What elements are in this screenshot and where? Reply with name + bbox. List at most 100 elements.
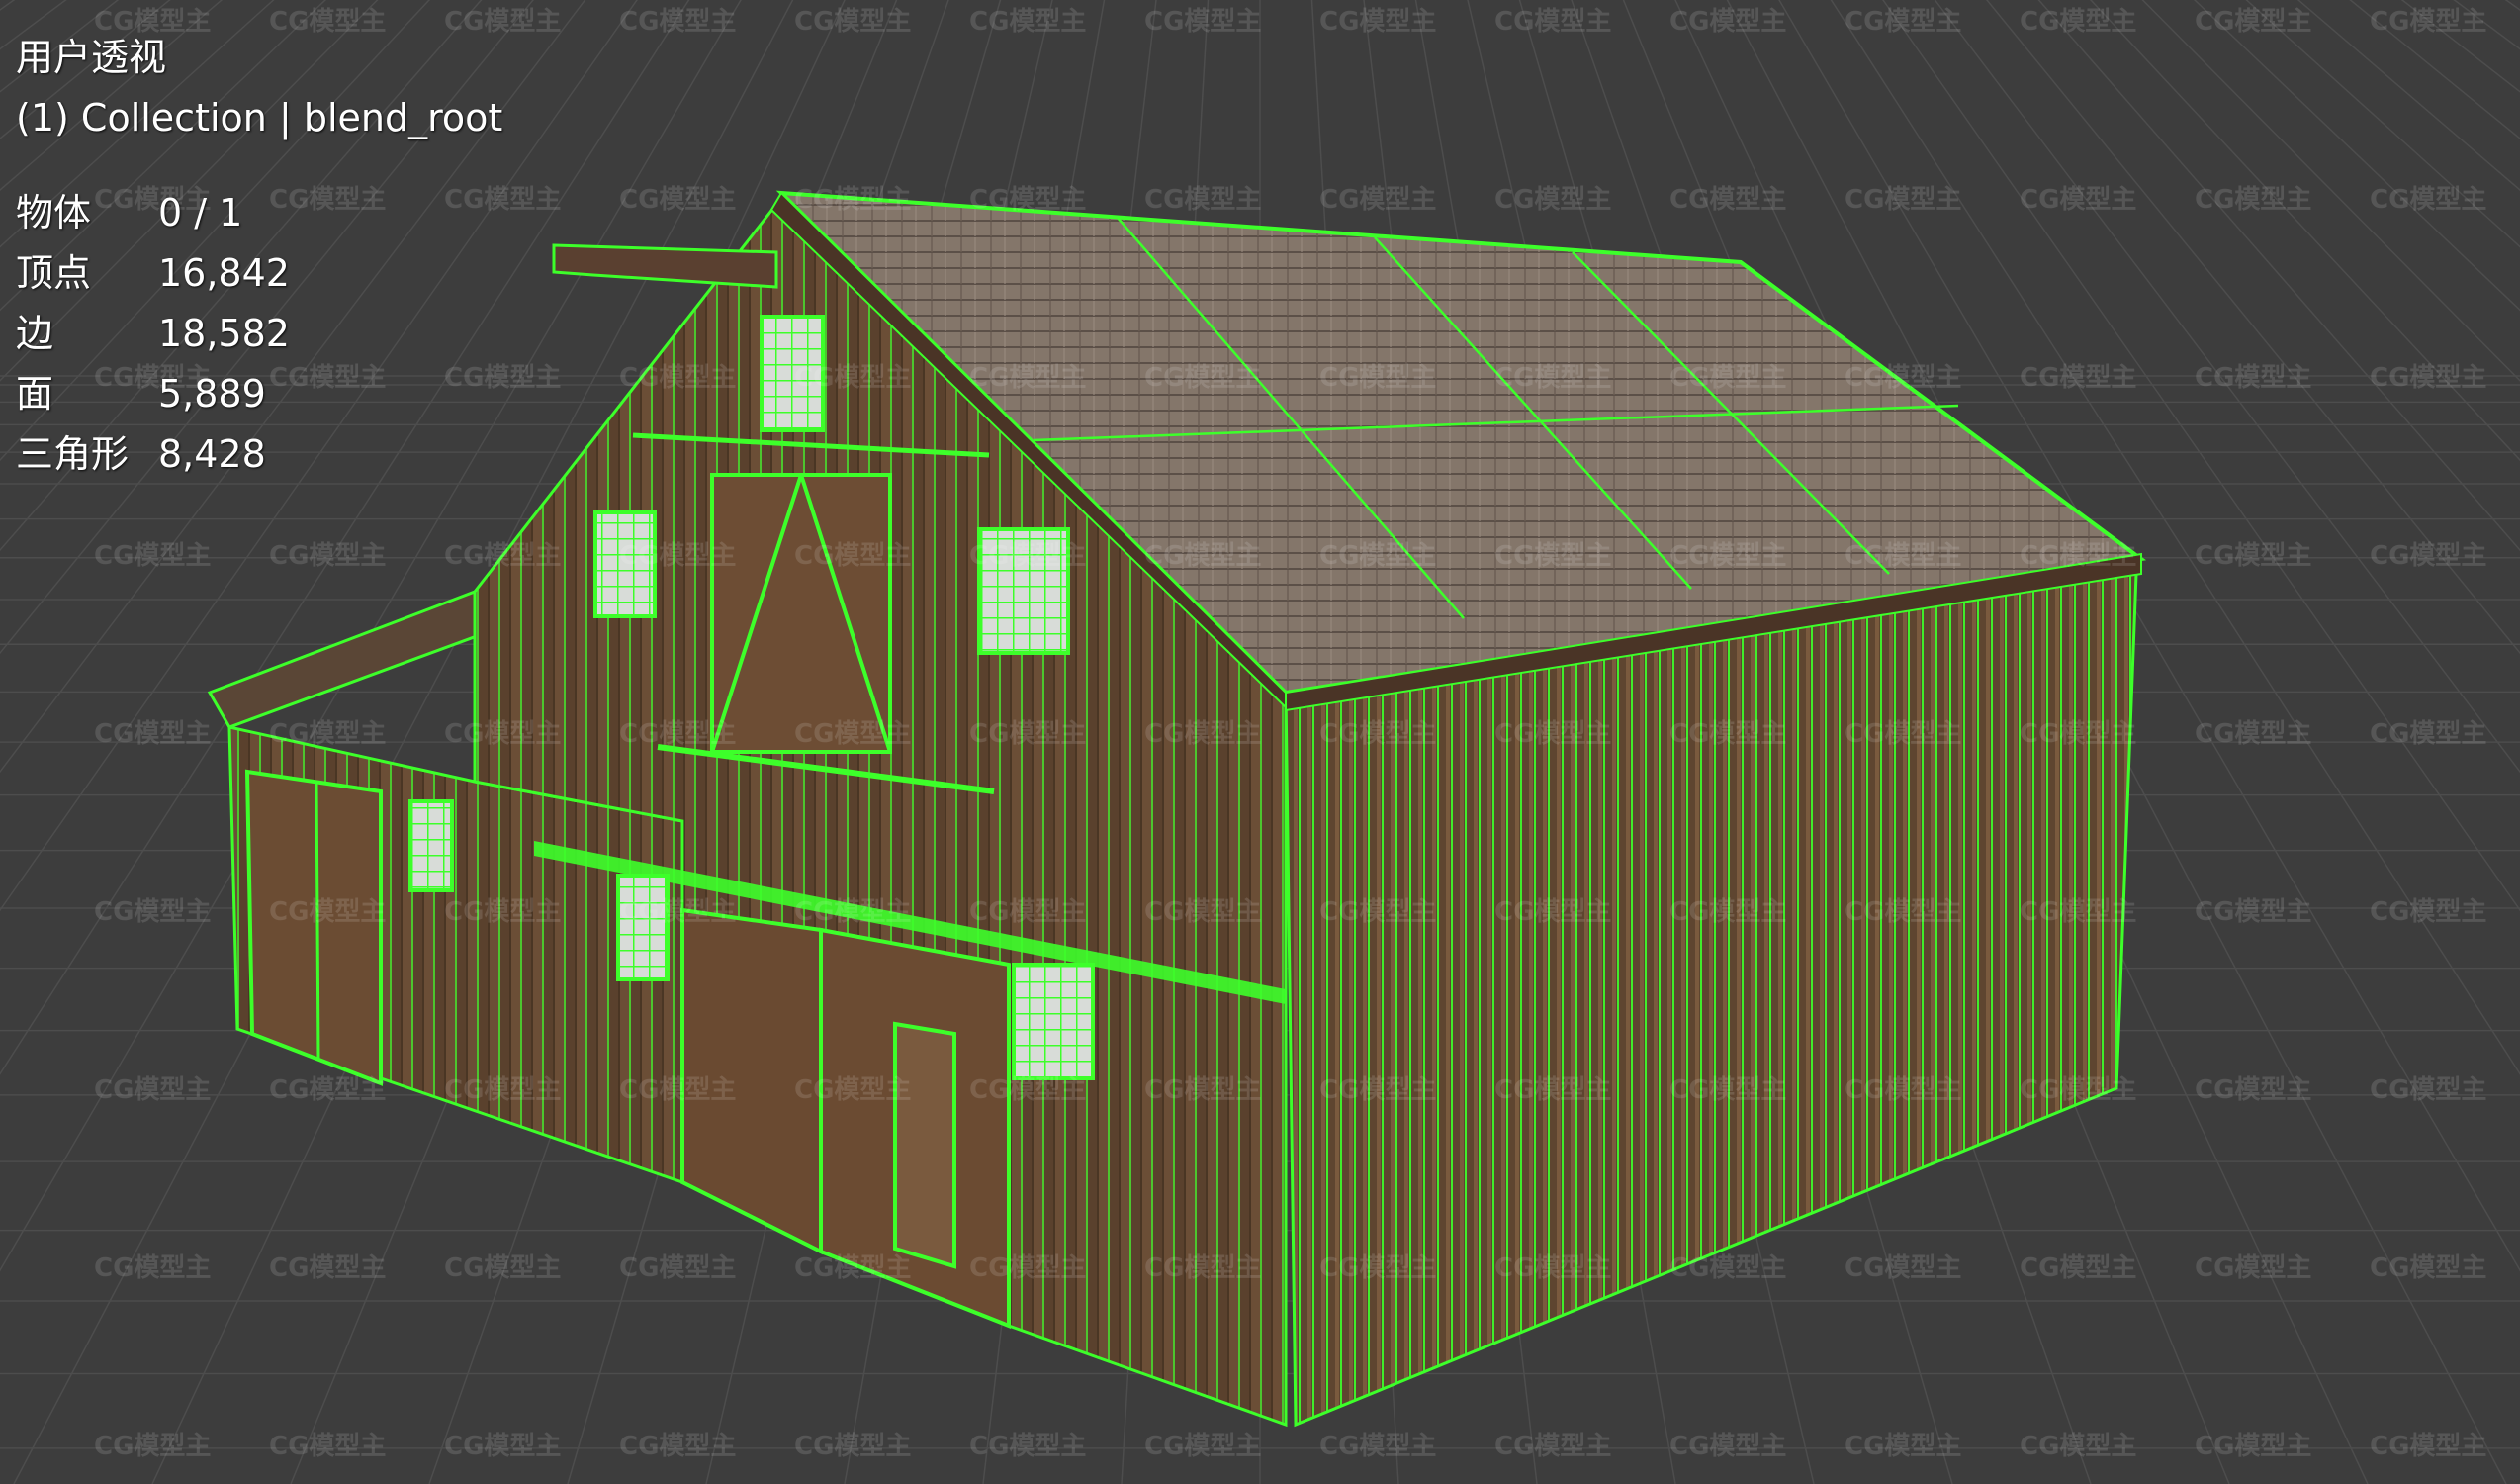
watermark-text: CG模型主 [1669, 719, 1786, 749]
watermark-text: CG模型主 [1494, 897, 1611, 927]
watermark-text: CG模型主 [1144, 185, 1261, 215]
watermark-text: CG模型主 [444, 719, 561, 749]
watermark-text: CG模型主 [1144, 541, 1261, 571]
watermark-text: CG模型主 [619, 719, 736, 749]
watermark-text: CG模型主 [969, 185, 1086, 215]
watermark-text: CG模型主 [1494, 1432, 1611, 1461]
watermark-text: CG模型主 [269, 1432, 386, 1461]
watermark-text: CG模型主 [1494, 1253, 1611, 1283]
stat-value: 8,428 [158, 432, 266, 476]
watermark-text: CG模型主 [2195, 541, 2311, 571]
watermark-text: CG模型主 [2195, 897, 2311, 927]
collection-label: (1) Collection | blend_root [16, 96, 503, 139]
watermark-text: CG模型主 [1319, 363, 1436, 393]
watermark-text: CG模型主 [1494, 185, 1611, 215]
watermark-text: CG模型主 [94, 1075, 211, 1105]
watermark-text: CG模型主 [1845, 1075, 1961, 1105]
watermark-text: CG模型主 [2020, 719, 2136, 749]
watermark-text: CG模型主 [1319, 1075, 1436, 1105]
watermark-text: CG模型主 [794, 7, 911, 37]
watermark-text: CG模型主 [269, 1075, 386, 1105]
watermark-text: CG模型主 [1845, 1253, 1961, 1283]
watermark-text: CG模型主 [619, 897, 736, 927]
watermark-text: CG模型主 [1845, 719, 1961, 749]
watermark-text: CG模型主 [2195, 1253, 2311, 1283]
watermark-text: CG模型主 [94, 719, 211, 749]
watermark-text: CG模型主 [444, 541, 561, 571]
watermark-text: CG模型主 [1669, 1075, 1786, 1105]
watermark-text: CG模型主 [794, 541, 911, 571]
watermark-text: CG模型主 [2020, 541, 2136, 571]
watermark-text: CG模型主 [2370, 897, 2486, 927]
stat-row-triangles: 三角形 8,428 [16, 424, 502, 485]
watermark-text: CG模型主 [794, 1253, 911, 1283]
watermark-text: CG模型主 [1144, 1432, 1261, 1461]
watermark-text: CG模型主 [1144, 897, 1261, 927]
watermark-text: CG模型主 [444, 1075, 561, 1105]
watermark-text: CG模型主 [269, 897, 386, 927]
watermark-text: CG模型主 [269, 1253, 386, 1283]
watermark-text: CG模型主 [2370, 541, 2486, 571]
watermark-text: CG模型主 [619, 1432, 736, 1461]
watermark-text: CG模型主 [1845, 541, 1961, 571]
watermark-text: CG模型主 [794, 719, 911, 749]
watermark-text: CG模型主 [794, 1432, 911, 1461]
stat-label: 物体 [16, 191, 92, 234]
stat-label: 边 [16, 312, 54, 355]
stat-value: 18,582 [158, 312, 290, 355]
watermark-text: CG模型主 [619, 7, 736, 37]
watermark-text: CG模型主 [269, 541, 386, 571]
watermark-text: CG模型主 [94, 1432, 211, 1461]
viewport-info-overlay: 用户透视 (1) Collection | blend_root 物体 0 / … [16, 28, 502, 485]
watermark-text: CG模型主 [2020, 363, 2136, 393]
watermark-text: CG模型主 [94, 541, 211, 571]
watermark-text: CG模型主 [1144, 1253, 1261, 1283]
stat-row-faces: 面 5,889 [16, 364, 502, 424]
watermark-text: CG模型主 [2370, 7, 2486, 37]
watermark-text: CG模型主 [1669, 185, 1786, 215]
watermark-text: CG模型主 [1494, 541, 1611, 571]
watermark-text: CG模型主 [2195, 363, 2311, 393]
watermark-text: CG模型主 [1845, 7, 1961, 37]
watermark-text: CG模型主 [969, 363, 1086, 393]
watermark-text: CG模型主 [794, 897, 911, 927]
scene-statistics: 物体 0 / 1 顶点 16,842 边 18,582 面 5,889 三角形 … [16, 183, 502, 485]
watermark-text: CG模型主 [619, 1253, 736, 1283]
watermark-text: CG模型主 [969, 1253, 1086, 1283]
watermark-text: CG模型主 [2020, 7, 2136, 37]
stat-label: 顶点 [16, 251, 92, 295]
watermark-text: CG模型主 [1494, 363, 1611, 393]
watermark-text: CG模型主 [794, 1075, 911, 1105]
watermark-text: CG模型主 [969, 1075, 1086, 1105]
watermark-text: CG模型主 [2370, 363, 2486, 393]
watermark-text: CG模型主 [1319, 719, 1436, 749]
watermark-text: CG模型主 [794, 185, 911, 215]
watermark-text: CG模型主 [969, 7, 1086, 37]
watermark-text: CG模型主 [94, 1253, 211, 1283]
stat-value: 0 / 1 [158, 191, 243, 234]
stat-row-edges: 边 18,582 [16, 304, 502, 364]
watermark-text: CG模型主 [1845, 897, 1961, 927]
view-name: 用户透视 [16, 36, 167, 79]
watermark-text: CG模型主 [1494, 7, 1611, 37]
watermark-text: CG模型主 [969, 897, 1086, 927]
watermark-text: CG模型主 [1494, 1075, 1611, 1105]
watermark-text: CG模型主 [1319, 897, 1436, 927]
watermark-text: CG模型主 [1319, 1253, 1436, 1283]
watermark-text: CG模型主 [1319, 185, 1436, 215]
watermark-text: CG模型主 [2020, 185, 2136, 215]
watermark-text: CG模型主 [1669, 897, 1786, 927]
watermark-text: CG模型主 [2020, 1432, 2136, 1461]
watermark-text: CG模型主 [619, 185, 736, 215]
watermark-text: CG模型主 [1669, 1253, 1786, 1283]
watermark-text: CG模型主 [94, 897, 211, 927]
watermark-text: CG模型主 [619, 1075, 736, 1105]
watermark-text: CG模型主 [1669, 1432, 1786, 1461]
watermark-text: CG模型主 [2195, 1432, 2311, 1461]
watermark-text: CG模型主 [444, 1432, 561, 1461]
watermark-text: CG模型主 [2370, 719, 2486, 749]
watermark-text: CG模型主 [2020, 1253, 2136, 1283]
stat-value: 16,842 [158, 251, 290, 295]
watermark-text: CG模型主 [1494, 719, 1611, 749]
watermark-text: CG模型主 [1144, 363, 1261, 393]
